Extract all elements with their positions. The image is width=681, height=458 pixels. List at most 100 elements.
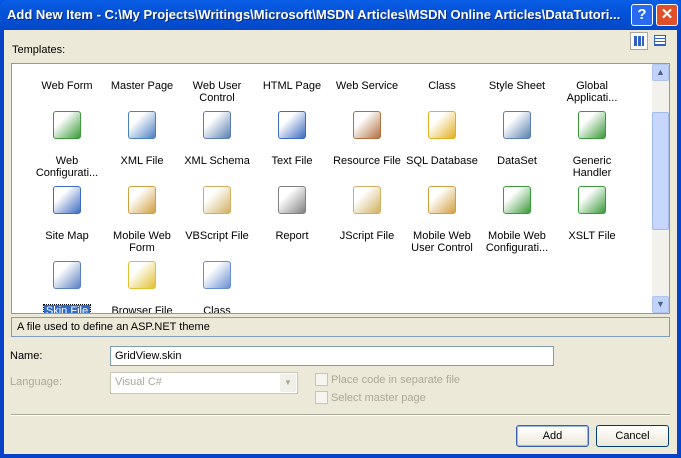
templates-label: Templates: xyxy=(12,44,66,56)
template-item[interactable]: Master Page xyxy=(104,63,180,92)
small-icons-view-button[interactable] xyxy=(651,32,669,50)
template-item[interactable]: SQL Database xyxy=(404,111,480,167)
template-item[interactable]: Class Diagram xyxy=(179,261,255,314)
template-label: Resource File xyxy=(333,155,401,167)
template-item[interactable]: Report xyxy=(254,186,330,242)
list-view-icon xyxy=(654,35,666,46)
separate-code-label: Place code in separate file xyxy=(331,374,461,386)
template-icon xyxy=(53,111,81,139)
template-icon xyxy=(278,63,306,64)
template-icon xyxy=(128,261,156,289)
cancel-button[interactable]: Cancel xyxy=(596,425,669,447)
template-label: Report xyxy=(275,230,309,242)
template-item[interactable]: Generic Handler xyxy=(554,111,630,179)
template-label: XML File xyxy=(120,155,164,167)
template-item[interactable]: Site Map xyxy=(29,186,105,242)
template-label: Web User Control xyxy=(192,80,242,104)
template-item[interactable]: XML File xyxy=(104,111,180,167)
template-label: XML Schema xyxy=(184,155,250,167)
template-icon xyxy=(353,186,381,214)
template-item[interactable]: Web Service xyxy=(329,63,405,92)
template-icon xyxy=(578,186,606,214)
template-item[interactable]: Mobile Web User Control xyxy=(404,186,480,254)
template-item[interactable]: Class xyxy=(404,63,480,92)
template-label: Global Applicati... xyxy=(566,80,618,104)
template-label: Web Service xyxy=(335,80,399,92)
template-icon xyxy=(203,111,231,139)
templates-list[interactable]: Class Diagram Browser File Skin File XSLT F… xyxy=(11,63,670,314)
template-icon xyxy=(428,111,456,139)
add-button[interactable]: Add xyxy=(516,425,589,447)
template-label: Style Sheet xyxy=(488,80,546,92)
template-label: Web Configurati... xyxy=(35,155,99,179)
template-label: Class Diagram xyxy=(203,305,231,314)
template-icon xyxy=(503,186,531,214)
template-icon xyxy=(353,111,381,139)
template-label: SQL Database xyxy=(406,155,478,167)
template-label: JScript File xyxy=(339,230,395,242)
help-button[interactable]: ? xyxy=(631,4,653,26)
template-icon xyxy=(128,63,156,64)
template-icon xyxy=(353,63,381,64)
chevron-down-icon: ▼ xyxy=(280,374,296,392)
template-icon xyxy=(578,111,606,139)
template-label: Master Page xyxy=(110,80,174,92)
template-item[interactable]: Text File xyxy=(254,111,330,167)
language-label: Language: xyxy=(10,376,62,388)
template-icon xyxy=(578,63,606,64)
vertical-scrollbar[interactable]: ▲ ▼ xyxy=(652,64,669,313)
template-label: Class xyxy=(428,80,456,92)
scroll-thumb[interactable] xyxy=(652,112,669,230)
template-icon xyxy=(203,186,231,214)
template-label: Browser File xyxy=(111,305,173,314)
language-select[interactable]: Visual C# ▼ xyxy=(110,372,298,394)
add-new-item-dialog: Add New Item - C:\My Projects\Writings\M… xyxy=(0,0,681,458)
template-label: VBScript File xyxy=(185,230,249,242)
template-icon xyxy=(203,261,231,289)
separator xyxy=(11,414,670,416)
template-icon xyxy=(278,111,306,139)
large-icons-view-button[interactable] xyxy=(630,32,648,50)
title-bar: Add New Item - C:\My Projects\Writings\M… xyxy=(0,0,681,30)
template-item[interactable]: Web Configurati... xyxy=(29,111,105,179)
template-item[interactable]: Mobile Web Configurati... xyxy=(479,186,555,254)
template-icon xyxy=(53,63,81,64)
template-icon xyxy=(53,261,81,289)
dialog-body: Templates: Class Diagram Browser File Skin… xyxy=(4,30,677,454)
template-item[interactable]: XML Schema xyxy=(179,111,255,167)
name-label: Name: xyxy=(10,350,43,362)
language-value: Visual C# xyxy=(115,376,162,388)
large-icons-icon xyxy=(634,36,644,46)
template-icon xyxy=(53,186,81,214)
template-item[interactable]: Resource File xyxy=(329,111,405,167)
scroll-up-button[interactable]: ▲ xyxy=(652,64,669,81)
template-label: Site Map xyxy=(45,230,89,242)
scroll-down-button[interactable]: ▼ xyxy=(652,296,669,313)
template-label: HTML Page xyxy=(262,80,322,92)
separate-code-checkbox[interactable] xyxy=(315,373,328,386)
close-button[interactable]: ✕ xyxy=(656,4,678,26)
template-icon xyxy=(503,111,531,139)
template-label: DataSet xyxy=(497,155,537,167)
template-item[interactable]: Mobile Web Form xyxy=(104,186,180,254)
template-item[interactable]: Style Sheet xyxy=(479,64,555,92)
template-item[interactable]: Skin File xyxy=(29,261,105,313)
template-icon xyxy=(428,63,456,64)
template-item[interactable]: Browser File xyxy=(104,261,180,314)
template-item[interactable]: JScript File xyxy=(329,186,405,242)
template-label: Skin File xyxy=(42,304,92,313)
template-item[interactable]: DataSet xyxy=(479,111,555,167)
template-item[interactable]: Global Applicati... xyxy=(554,63,630,104)
template-item[interactable]: XSLT File xyxy=(554,186,630,242)
template-label: Mobile Web User Control xyxy=(411,230,473,254)
template-item[interactable]: Web User Control xyxy=(179,64,255,104)
template-description: A file used to define an ASP.NET theme xyxy=(11,317,670,337)
template-item[interactable]: HTML Page xyxy=(254,63,330,92)
template-item[interactable]: VBScript File xyxy=(179,186,255,242)
template-label: Web Form xyxy=(41,80,93,92)
template-icon xyxy=(278,186,306,214)
master-page-checkbox[interactable] xyxy=(315,391,328,404)
window-title: Add New Item - C:\My Projects\Writings\M… xyxy=(7,7,621,22)
template-item[interactable]: Web Form xyxy=(29,63,105,92)
name-input[interactable]: GridView.skin xyxy=(110,346,554,366)
